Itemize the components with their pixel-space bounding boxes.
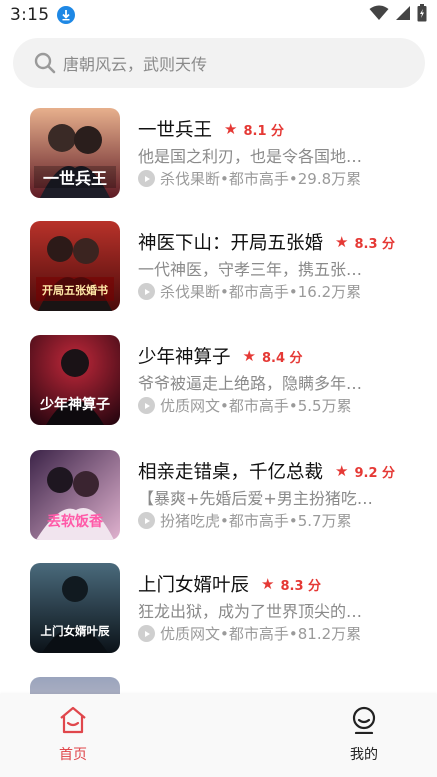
book-score: 8.1 分 <box>243 123 285 139</box>
nav-home-label: 首页 <box>59 747 87 763</box>
search-placeholder: 唐朝风云，武则天传 <box>63 55 208 74</box>
meta-separator: • <box>220 624 229 643</box>
book-score: 8.3 分 <box>280 578 322 594</box>
book-description: 一代神医，守孝三年，携五张… <box>138 260 363 279</box>
play-icon <box>138 283 155 300</box>
book-score: 9.2 分 <box>354 465 396 481</box>
book-cover: 丢软饭香 <box>30 450 120 540</box>
book-title: 神医下山：开局五张婚 <box>138 233 324 254</box>
meta-separator: • <box>288 511 298 530</box>
book-meta: 优质网文 • 都市高手 • 81.2万累 <box>138 623 361 644</box>
book-cover <box>30 677 120 694</box>
title-row: 相亲走错桌，千亿总裁 ★ 9.2 分 <box>138 458 395 484</box>
cover-text: 一世兵王 <box>43 169 107 188</box>
signal-icon <box>395 5 411 25</box>
cover-text: 上门女婿叶辰 <box>41 624 110 638</box>
play-icon <box>138 512 155 529</box>
book-meta: 优质网文 • 都市高手 • 5.5万累 <box>138 395 352 416</box>
book-cover: 少年神算子 <box>30 335 120 425</box>
meta-separator: • <box>220 511 229 530</box>
status-icons <box>369 4 427 26</box>
meta-separator: • <box>220 169 229 188</box>
nav-mine[interactable]: 我的 <box>334 706 394 764</box>
meta-separator: • <box>220 282 229 301</box>
meta-separator: • <box>288 396 298 415</box>
search-bar[interactable]: 唐朝风云，武则天传 <box>13 38 425 88</box>
book-reads: 16.2万累 <box>297 283 362 301</box>
book-reads: 5.5万累 <box>297 397 352 415</box>
star-icon: ★ <box>224 120 238 138</box>
nav-home[interactable]: 首页 <box>43 706 103 764</box>
cover-text: 开局五张婚书 <box>42 283 108 297</box>
download-icon <box>57 6 76 24</box>
play-icon <box>138 397 155 414</box>
book-reads: 29.8万累 <box>297 170 362 188</box>
wifi-icon <box>369 5 389 25</box>
bottom-nav: 首页 我的 <box>0 694 437 777</box>
title-row: 神医下山：开局五张婚 ★ 8.3 分 <box>138 229 395 255</box>
book-genre: 都市高手 <box>228 170 289 188</box>
star-icon: ★ <box>335 233 349 251</box>
book-score: 8.4 分 <box>261 350 303 366</box>
book-list[interactable]: 一世兵王 一世兵王 ★ 8.1 分 他是国之利刃，也是令各国地… 杀伐果断 • … <box>0 100 437 694</box>
title-row: 少年神算子 ★ 8.4 分 <box>138 343 303 369</box>
book-title: 一世兵王 <box>138 120 213 141</box>
meta-separator: • <box>288 169 298 188</box>
home-icon <box>58 706 88 738</box>
play-icon <box>138 625 155 642</box>
book-category: 优质网文 <box>160 397 221 415</box>
book-category: 优质网文 <box>160 625 221 643</box>
book-cover: 上门女婿叶辰 <box>30 563 120 653</box>
book-cover: 开局五张婚书 <box>30 221 120 311</box>
list-item-partial[interactable] <box>0 669 437 694</box>
book-title: 少年神算子 <box>138 347 231 368</box>
book-meta: 杀伐果断 • 都市高手 • 16.2万累 <box>138 281 361 302</box>
status-bar: 3:15 <box>0 0 437 30</box>
book-genre: 都市高手 <box>228 283 289 301</box>
book-category: 杀伐果断 <box>160 170 221 188</box>
search-icon <box>33 51 57 75</box>
title-row: 一世兵王 ★ 8.1 分 <box>138 116 284 142</box>
book-reads: 5.7万累 <box>297 512 352 530</box>
star-icon: ★ <box>261 575 275 593</box>
list-item[interactable]: 一世兵王 一世兵王 ★ 8.1 分 他是国之利刃，也是令各国地… 杀伐果断 • … <box>0 100 437 200</box>
book-category: 扮猪吃虎 <box>160 512 221 530</box>
battery-icon <box>417 4 427 26</box>
book-meta: 扮猪吃虎 • 都市高手 • 5.7万累 <box>138 510 352 531</box>
list-item[interactable]: 丢软饭香 相亲走错桌，千亿总裁 ★ 9.2 分 【暴爽+先婚后爱+男主扮猪吃… … <box>0 442 437 542</box>
book-genre: 都市高手 <box>228 397 289 415</box>
book-score: 8.3 分 <box>354 236 396 252</box>
title-row: 上门女婿叶辰 ★ 8.3 分 <box>138 571 321 597</box>
book-title: 相亲走错桌，千亿总裁 <box>138 462 324 483</box>
star-icon: ★ <box>242 347 256 365</box>
book-genre: 都市高手 <box>228 625 289 643</box>
book-cover: 一世兵王 <box>30 108 120 198</box>
meta-separator: • <box>220 396 229 415</box>
list-item[interactable]: 少年神算子 少年神算子 ★ 8.4 分 爷爷被逼走上绝路，隐瞒多年… 优质网文 … <box>0 327 437 427</box>
list-item[interactable]: 开局五张婚书 神医下山：开局五张婚 ★ 8.3 分 一代神医，守孝三年，携五张…… <box>0 213 437 313</box>
play-icon <box>138 170 155 187</box>
book-genre: 都市高手 <box>228 512 289 530</box>
book-category: 杀伐果断 <box>160 283 221 301</box>
book-description: 狂龙出狱，成为了世界顶尖的… <box>138 602 363 621</box>
meta-separator: • <box>288 624 298 643</box>
book-description: 【暴爽+先婚后爱+男主扮猪吃… <box>138 489 373 508</box>
meta-separator: • <box>288 282 298 301</box>
cover-text: 少年神算子 <box>39 396 110 413</box>
book-description: 他是国之利刃，也是令各国地… <box>138 147 363 166</box>
profile-icon <box>349 706 379 738</box>
book-title: 上门女婿叶辰 <box>138 575 250 596</box>
nav-mine-label: 我的 <box>350 747 378 763</box>
book-description: 爷爷被逼走上绝路，隐瞒多年… <box>138 374 363 393</box>
book-meta: 杀伐果断 • 都市高手 • 29.8万累 <box>138 168 361 189</box>
cover-text: 丢软饭香 <box>47 513 104 530</box>
book-reads: 81.2万累 <box>297 625 362 643</box>
star-icon: ★ <box>335 462 349 480</box>
status-time: 3:15 <box>10 5 50 25</box>
list-item[interactable]: 上门女婿叶辰 上门女婿叶辰 ★ 8.3 分 狂龙出狱，成为了世界顶尖的… 优质网… <box>0 555 437 655</box>
